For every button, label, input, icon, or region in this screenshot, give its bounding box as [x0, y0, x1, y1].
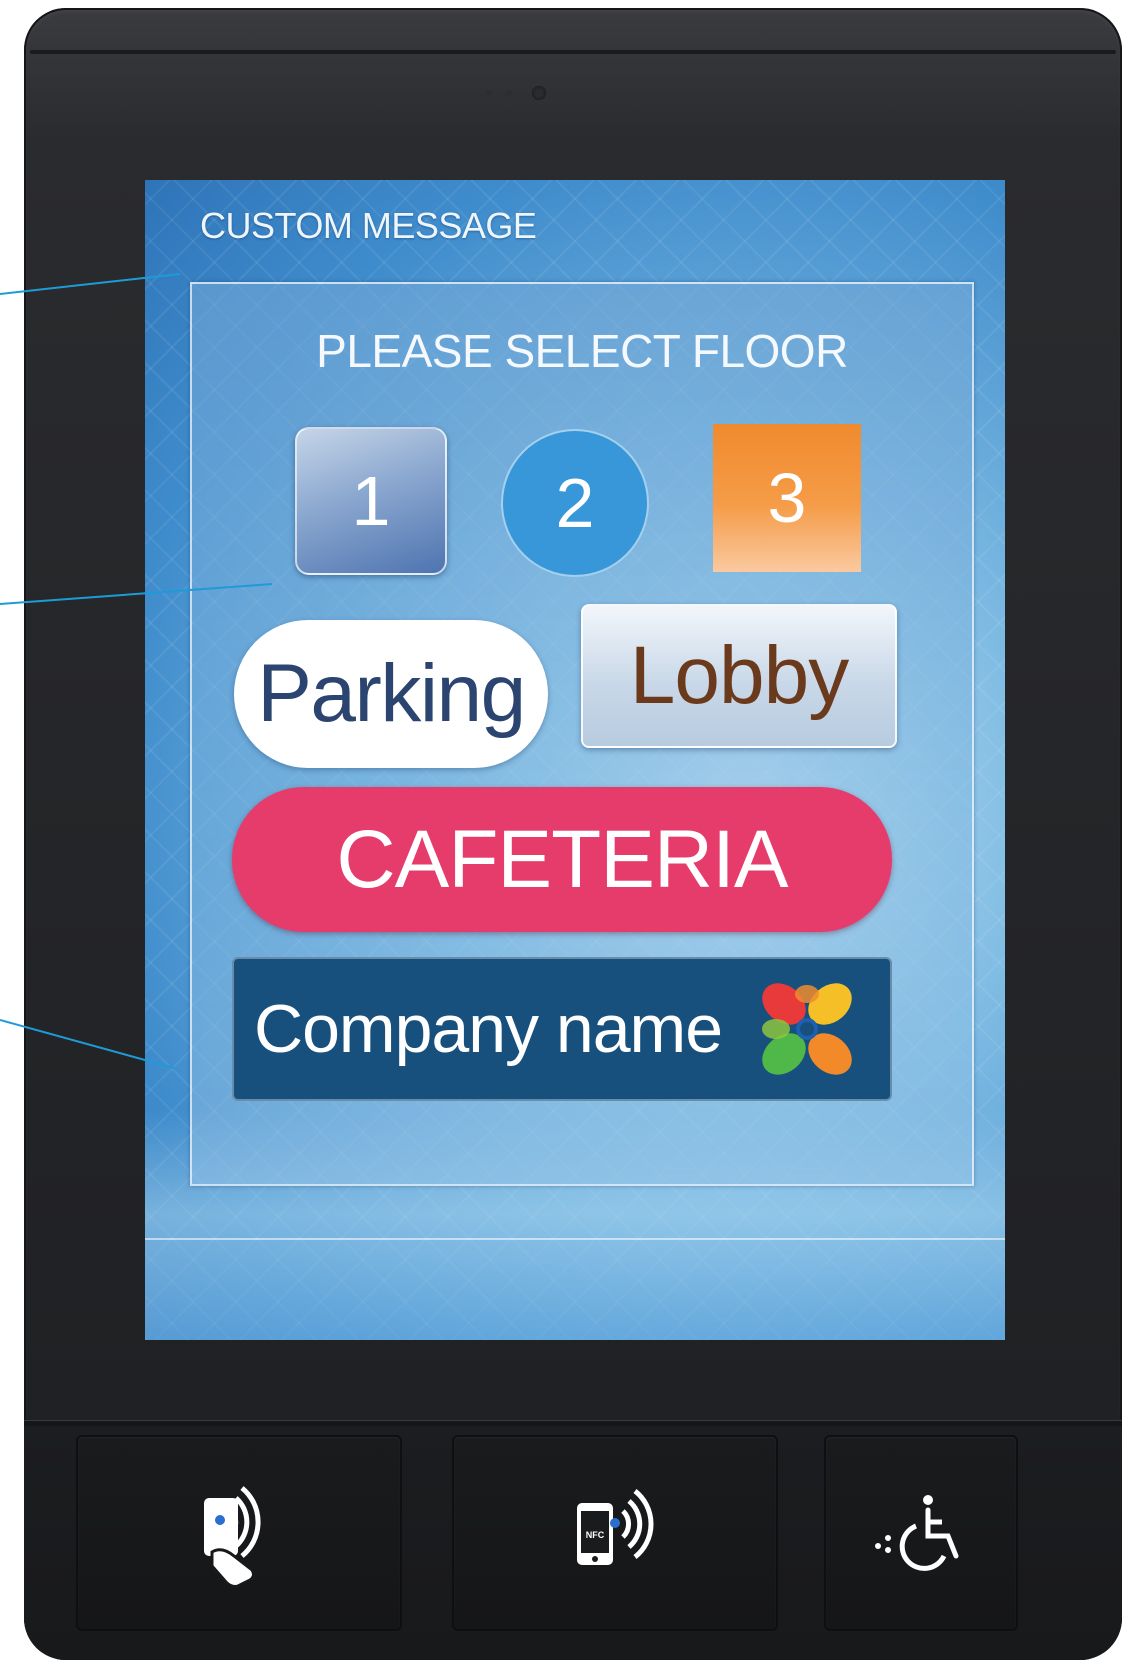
page-title: PLEASE SELECT FLOOR [316, 325, 848, 377]
wheelchair-braille-icon [875, 1495, 959, 1571]
screen-footer-line [145, 1238, 1005, 1240]
company-label: Company name [254, 991, 723, 1067]
company-button[interactable]: Company name [232, 957, 892, 1101]
floor-selection-panel: PLEASE SELECT FLOOR 1 2 3 Parking Lobby … [190, 282, 974, 1186]
custom-message: CUSTOM MESSAGE [200, 205, 537, 246]
accessibility-key[interactable] [824, 1435, 1018, 1631]
card-reader-key[interactable] [76, 1435, 402, 1631]
top-bezel-band [30, 50, 1116, 54]
camera-icon [532, 86, 546, 100]
cafeteria-button[interactable]: CAFETERIA [232, 787, 892, 932]
sensor-dot [506, 90, 512, 96]
nfc-phone-icon: NFC [577, 1489, 654, 1565]
floor-3-button[interactable]: 3 [713, 424, 861, 572]
nfc-label: NFC [586, 1530, 605, 1540]
floor-2-button[interactable]: 2 [501, 429, 649, 577]
sensor-dot [486, 90, 492, 96]
rfid-card-icon [204, 1486, 261, 1588]
nfc-key[interactable]: NFC [452, 1435, 778, 1631]
floor-1-button[interactable]: 1 [295, 427, 447, 575]
touch-screen: CUSTOM MESSAGE PLEASE SELECT FLOOR 1 2 3… [145, 180, 1005, 1340]
parking-button[interactable]: Parking [234, 620, 548, 768]
lobby-button[interactable]: Lobby [581, 604, 897, 748]
company-logo-icon [762, 983, 852, 1075]
